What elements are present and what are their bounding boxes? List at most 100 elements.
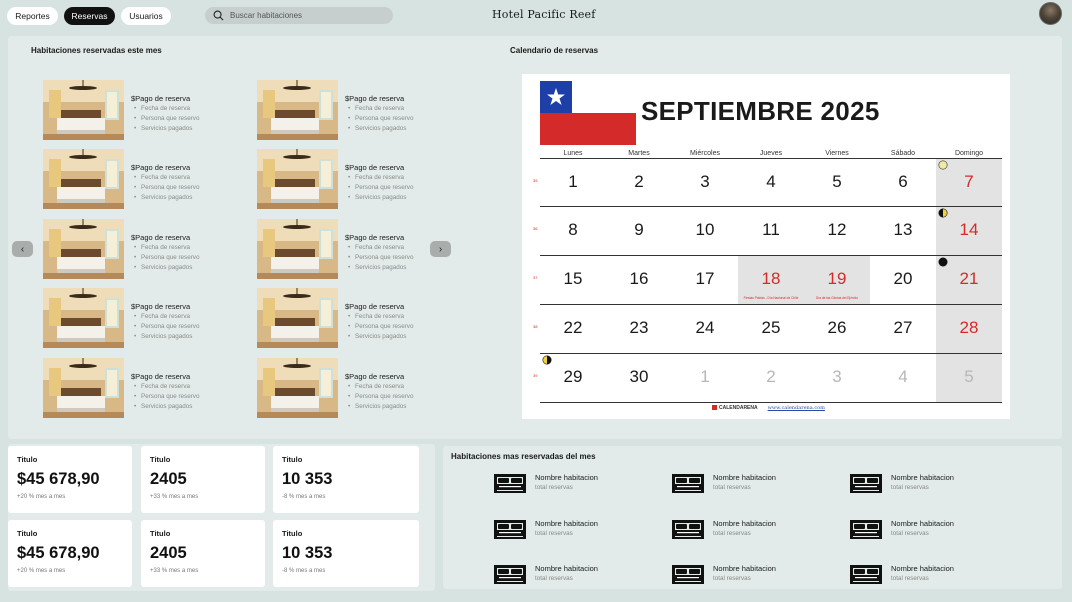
most-reserved-item[interactable]: Nombre habitacion total reservas: [493, 561, 663, 591]
room-detail-line: Fecha de reserva: [345, 382, 413, 392]
calendar-day[interactable]: 1: [540, 158, 606, 206]
room-card[interactable]: $Pago de reserva Fecha de reservaPersona…: [43, 149, 243, 211]
calendar-day[interactable]: 2: [606, 158, 672, 206]
day-number: 5: [832, 172, 842, 191]
room-payment-title: $Pago de reserva: [345, 233, 405, 242]
most-reserved-item[interactable]: Nombre habitacion total reservas: [671, 470, 841, 500]
calendar-day[interactable]: 28: [936, 304, 1002, 352]
most-reserved-item[interactable]: Nombre habitacion total reservas: [849, 561, 1019, 591]
room-card[interactable]: $Pago de reserva Fecha de reservaPersona…: [43, 288, 243, 350]
stat-card[interactable]: Titulo $45 678,90 +20 % mes a mes: [8, 446, 132, 513]
room-detail-line: Servicios pagados: [345, 193, 413, 203]
calendar-day[interactable]: 10: [672, 206, 738, 254]
day-number: 5: [964, 367, 974, 386]
calendar-day[interactable]: 18 Fiestas Patrias - Día Nacional de Chil…: [738, 255, 804, 303]
room-detail-line: Fecha de reserva: [131, 243, 199, 253]
room-detail-line: Fecha de reserva: [345, 243, 413, 253]
stat-value: 2405: [150, 544, 187, 562]
room-card[interactable]: $Pago de reserva Fecha de reservaPersona…: [43, 219, 243, 281]
stat-card[interactable]: Titulo $45 678,90 +20 % mes a mes: [8, 520, 132, 587]
holiday-label: Fiestas Patrias - Día Nacional de Chile: [743, 296, 799, 300]
room-card[interactable]: $Pago de reserva Fecha de reservaPersona…: [257, 149, 457, 211]
calendar-day[interactable]: 25: [738, 304, 804, 352]
day-number: 2: [634, 172, 644, 191]
stat-card[interactable]: Titulo 10 353 -8 % mes a mes: [273, 446, 419, 513]
most-reserved-item[interactable]: Nombre habitacion total reservas: [849, 516, 1019, 546]
tab-usuarios[interactable]: Usuarios: [121, 7, 171, 25]
most-reserved-item[interactable]: Nombre habitacion total reservas: [671, 516, 841, 546]
calendar-day[interactable]: 20: [870, 255, 936, 303]
holiday-label: Día de las Glorias del Ejército: [816, 296, 858, 300]
calendar-day[interactable]: 4: [738, 158, 804, 206]
room-detail-line: Persona que reservo: [345, 183, 413, 193]
tab-reportes[interactable]: Reportes: [7, 7, 58, 25]
room-card[interactable]: $Pago de reserva Fecha de reservaPersona…: [257, 80, 457, 142]
room-detail-line: Fecha de reserva: [345, 173, 413, 183]
room-card[interactable]: $Pago de reserva Fecha de reservaPersona…: [257, 219, 457, 281]
calendar-day[interactable]: 26: [804, 304, 870, 352]
day-number: 25: [761, 318, 781, 337]
day-number: 4: [898, 367, 908, 386]
room-card[interactable]: $Pago de reserva Fecha de reservaPersona…: [257, 288, 457, 350]
calendar-month-title: SEPTIEMBRE 2025: [641, 96, 880, 126]
calendar-row-line: [540, 402, 1002, 403]
calendar-day[interactable]: 19 Día de las Glorias del Ejército: [804, 255, 870, 303]
calendar-day[interactable]: 1: [672, 353, 738, 401]
bed-icon: [850, 474, 882, 493]
room-payment-title: $Pago de reserva: [345, 94, 405, 103]
most-reserved-item[interactable]: Nombre habitacion total reservas: [671, 561, 841, 591]
prev-arrow-button[interactable]: ‹: [12, 241, 33, 257]
bed-icon: [494, 520, 526, 539]
most-reserved-item[interactable]: Nombre habitacion total reservas: [493, 470, 663, 500]
room-info: $Pago de reserva Fecha de reservaPersona…: [345, 163, 413, 203]
avatar[interactable]: [1039, 2, 1062, 25]
stat-card[interactable]: Titulo 2405 +33 % mes a mes: [141, 446, 265, 513]
calendar-footer-url[interactable]: www.calendarena.com: [768, 405, 825, 411]
room-payment-title: $Pago de reserva: [345, 372, 405, 381]
calendar-day[interactable]: 4: [870, 353, 936, 401]
weekday-header: Domingo: [954, 150, 983, 157]
brand-title: Hotel Pacific Reef: [492, 8, 596, 21]
most-reserved-item[interactable]: Nombre habitacion total reservas: [849, 470, 1019, 500]
bed-icon: [850, 565, 882, 584]
calendar-day[interactable]: 5: [804, 158, 870, 206]
room-total: total reservas: [535, 484, 573, 491]
calendar-day[interactable]: 2: [738, 353, 804, 401]
week-number: 38: [533, 324, 538, 329]
calendar-day[interactable]: 17: [672, 255, 738, 303]
calendar-day[interactable]: 12: [804, 206, 870, 254]
calendar-day[interactable]: 3: [804, 353, 870, 401]
most-reserved-item[interactable]: Nombre habitacion total reservas: [493, 516, 663, 546]
calendar-day[interactable]: 30: [606, 353, 672, 401]
room-total: total reservas: [535, 575, 573, 582]
bed-icon: [672, 474, 704, 493]
room-card[interactable]: $Pago de reserva Fecha de reservaPersona…: [43, 358, 243, 420]
calendar-day[interactable]: 9: [606, 206, 672, 254]
day-number: 24: [695, 318, 715, 337]
calendar-day[interactable]: 11: [738, 206, 804, 254]
calendar-day[interactable]: 8: [540, 206, 606, 254]
room-card[interactable]: $Pago de reserva Fecha de reservaPersona…: [43, 80, 243, 142]
tab-reservas[interactable]: Reservas: [64, 7, 115, 25]
room-info: $Pago de reserva Fecha de reservaPersona…: [345, 233, 413, 273]
room-detail-line: Servicios pagados: [131, 402, 199, 412]
stat-card[interactable]: Titulo 2405 +33 % mes a mes: [141, 520, 265, 587]
weekday-header: Lunes: [563, 150, 583, 157]
room-card[interactable]: $Pago de reserva Fecha de reservaPersona…: [257, 358, 457, 420]
room-photo: [43, 80, 124, 140]
calendar-day[interactable]: 24: [672, 304, 738, 352]
stat-change: -8 % mes a mes: [282, 568, 326, 574]
stat-card[interactable]: Titulo 10 353 -8 % mes a mes: [273, 520, 419, 587]
search-input[interactable]: Buscar habitaciones: [205, 7, 393, 24]
calendar-day[interactable]: 5: [936, 353, 1002, 401]
calendar-day[interactable]: 15: [540, 255, 606, 303]
calendar-day[interactable]: 22: [540, 304, 606, 352]
calendar-day[interactable]: 3: [672, 158, 738, 206]
calendar-day[interactable]: 23: [606, 304, 672, 352]
calendar-day[interactable]: 6: [870, 158, 936, 206]
calendar-day[interactable]: 16: [606, 255, 672, 303]
room-detail-line: Servicios pagados: [131, 263, 199, 273]
calendar-day[interactable]: 13: [870, 206, 936, 254]
day-number: 10: [695, 220, 715, 239]
calendar-day[interactable]: 27: [870, 304, 936, 352]
